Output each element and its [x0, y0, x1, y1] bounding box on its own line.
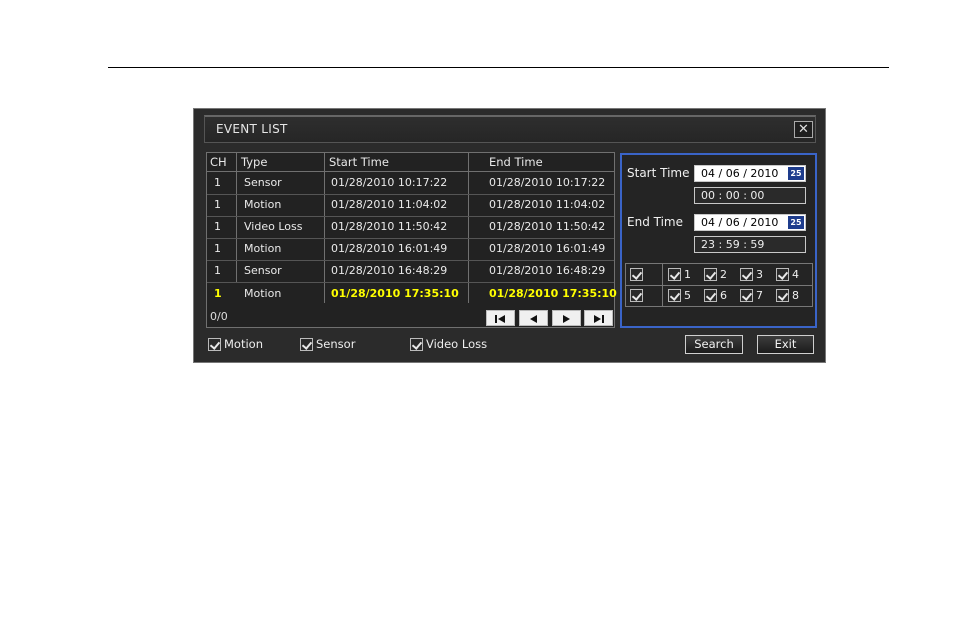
channel-3-label: 3 [756, 268, 763, 281]
end-date-value: 04 / 06 / 2010 [701, 216, 779, 229]
cell-type: Motion [244, 287, 282, 300]
channel-8-checkbox[interactable] [776, 289, 789, 302]
channel-4-checkbox[interactable] [776, 268, 789, 281]
cell-start-time: 01/28/2010 16:01:49 [331, 242, 448, 255]
table-header: CH Type Start Time End Time [207, 153, 614, 172]
select-all-row2-checkbox[interactable] [630, 289, 643, 302]
video-loss-filter-checkbox[interactable] [410, 338, 423, 351]
cell-start-time: 01/28/2010 11:04:02 [331, 198, 448, 211]
cell-start-time: 01/28/2010 17:35:10 [331, 287, 459, 300]
table-row[interactable]: 1 Sensor 01/28/2010 10:17:22 01/28/2010 … [207, 172, 614, 195]
next-page-button[interactable] [552, 310, 581, 326]
title-bar: EVENT LIST ✕ [204, 115, 816, 143]
last-page-button[interactable] [584, 310, 613, 326]
table-row[interactable]: 1 Motion 01/28/2010 11:04:02 01/28/2010 … [207, 194, 614, 217]
table-row[interactable]: 1 Sensor 01/28/2010 16:48:29 01/28/2010 … [207, 260, 614, 283]
grid-divider [626, 285, 812, 286]
cell-start-time: 01/28/2010 10:17:22 [331, 176, 448, 189]
channel-3-checkbox[interactable] [740, 268, 753, 281]
previous-page-icon [530, 315, 537, 323]
cell-end-time: 01/28/2010 11:50:42 [489, 220, 606, 233]
end-time-field[interactable]: 23 : 59 : 59 [694, 236, 806, 253]
channel-1-checkbox[interactable] [668, 268, 681, 281]
first-page-button[interactable] [486, 310, 515, 326]
channel-8-label: 8 [792, 289, 799, 302]
search-button[interactable]: Search [685, 335, 743, 354]
start-date-value: 04 / 06 / 2010 [701, 167, 779, 180]
channel-7-checkbox[interactable] [740, 289, 753, 302]
cell-ch: 1 [214, 264, 221, 277]
cell-ch: 1 [214, 287, 222, 300]
cell-ch: 1 [214, 242, 221, 255]
search-panel: Start Time 04 / 06 / 2010 25 00 : 00 : 0… [620, 153, 817, 328]
video-loss-filter-label: Video Loss [426, 337, 488, 351]
channel-5-label: 5 [684, 289, 691, 302]
channel-2-label: 2 [720, 268, 727, 281]
cell-start-time: 01/28/2010 16:48:29 [331, 264, 448, 277]
column-header-end-time: End Time [489, 155, 543, 169]
channel-4-label: 4 [792, 268, 799, 281]
grid-divider [662, 264, 663, 306]
cell-end-time: 01/28/2010 16:01:49 [489, 242, 606, 255]
cell-type: Sensor [244, 264, 282, 277]
motion-filter-label: Motion [224, 337, 263, 351]
end-time-label: End Time [627, 215, 683, 229]
start-date-field[interactable]: 04 / 06 / 2010 25 [694, 165, 806, 182]
event-table: CH Type Start Time End Time 1 Sensor 01/… [206, 152, 617, 328]
cell-type: Sensor [244, 176, 282, 189]
table-row[interactable]: 1 Motion 01/28/2010 16:01:49 01/28/2010 … [207, 238, 614, 261]
table-row[interactable]: 1 Video Loss 01/28/2010 11:50:42 01/28/2… [207, 216, 614, 239]
cell-end-time: 01/28/2010 17:35:10 [489, 287, 617, 300]
cell-ch: 1 [214, 220, 221, 233]
calendar-icon[interactable]: 25 [788, 216, 804, 229]
sensor-filter-label: Sensor [316, 337, 356, 351]
last-page-icon [594, 315, 604, 323]
table-row-selected[interactable]: 1 Motion 01/28/2010 17:35:10 01/28/2010 … [207, 283, 617, 305]
motion-filter-checkbox[interactable] [208, 338, 221, 351]
cell-end-time: 01/28/2010 11:04:02 [489, 198, 606, 211]
end-date-field[interactable]: 04 / 06 / 2010 25 [694, 214, 806, 231]
select-all-row1-checkbox[interactable] [630, 268, 643, 281]
column-header-start-time: Start Time [329, 155, 389, 169]
start-time-field[interactable]: 00 : 00 : 00 [694, 187, 806, 204]
cell-end-time: 01/28/2010 16:48:29 [489, 264, 606, 277]
channel-2-checkbox[interactable] [704, 268, 717, 281]
cell-end-time: 01/28/2010 10:17:22 [489, 176, 606, 189]
channel-6-checkbox[interactable] [704, 289, 717, 302]
next-page-icon [563, 315, 570, 323]
column-header-type: Type [241, 155, 268, 169]
previous-page-button[interactable] [519, 310, 548, 326]
cell-type: Motion [244, 242, 282, 255]
channel-grid: 1 2 3 4 5 6 7 8 [625, 263, 813, 307]
window-title: EVENT LIST [216, 122, 288, 136]
start-time-label: Start Time [627, 166, 690, 180]
exit-button[interactable]: Exit [757, 335, 814, 354]
event-list-window: EVENT LIST ✕ CH Type Start Time End Time… [193, 108, 826, 363]
cell-ch: 1 [214, 198, 221, 211]
first-page-icon [495, 315, 505, 323]
calendar-icon[interactable]: 25 [788, 167, 804, 180]
channel-7-label: 7 [756, 289, 763, 302]
cell-ch: 1 [214, 176, 221, 189]
channel-1-label: 1 [684, 268, 691, 281]
sensor-filter-checkbox[interactable] [300, 338, 313, 351]
cell-type: Video Loss [244, 220, 303, 233]
close-icon[interactable]: ✕ [794, 121, 813, 138]
channel-5-checkbox[interactable] [668, 289, 681, 302]
page-indicator: 0/0 [210, 310, 228, 323]
channel-6-label: 6 [720, 289, 727, 302]
cell-type: Motion [244, 198, 282, 211]
page-rule [108, 67, 889, 68]
column-header-ch: CH [210, 155, 227, 169]
cell-start-time: 01/28/2010 11:50:42 [331, 220, 448, 233]
